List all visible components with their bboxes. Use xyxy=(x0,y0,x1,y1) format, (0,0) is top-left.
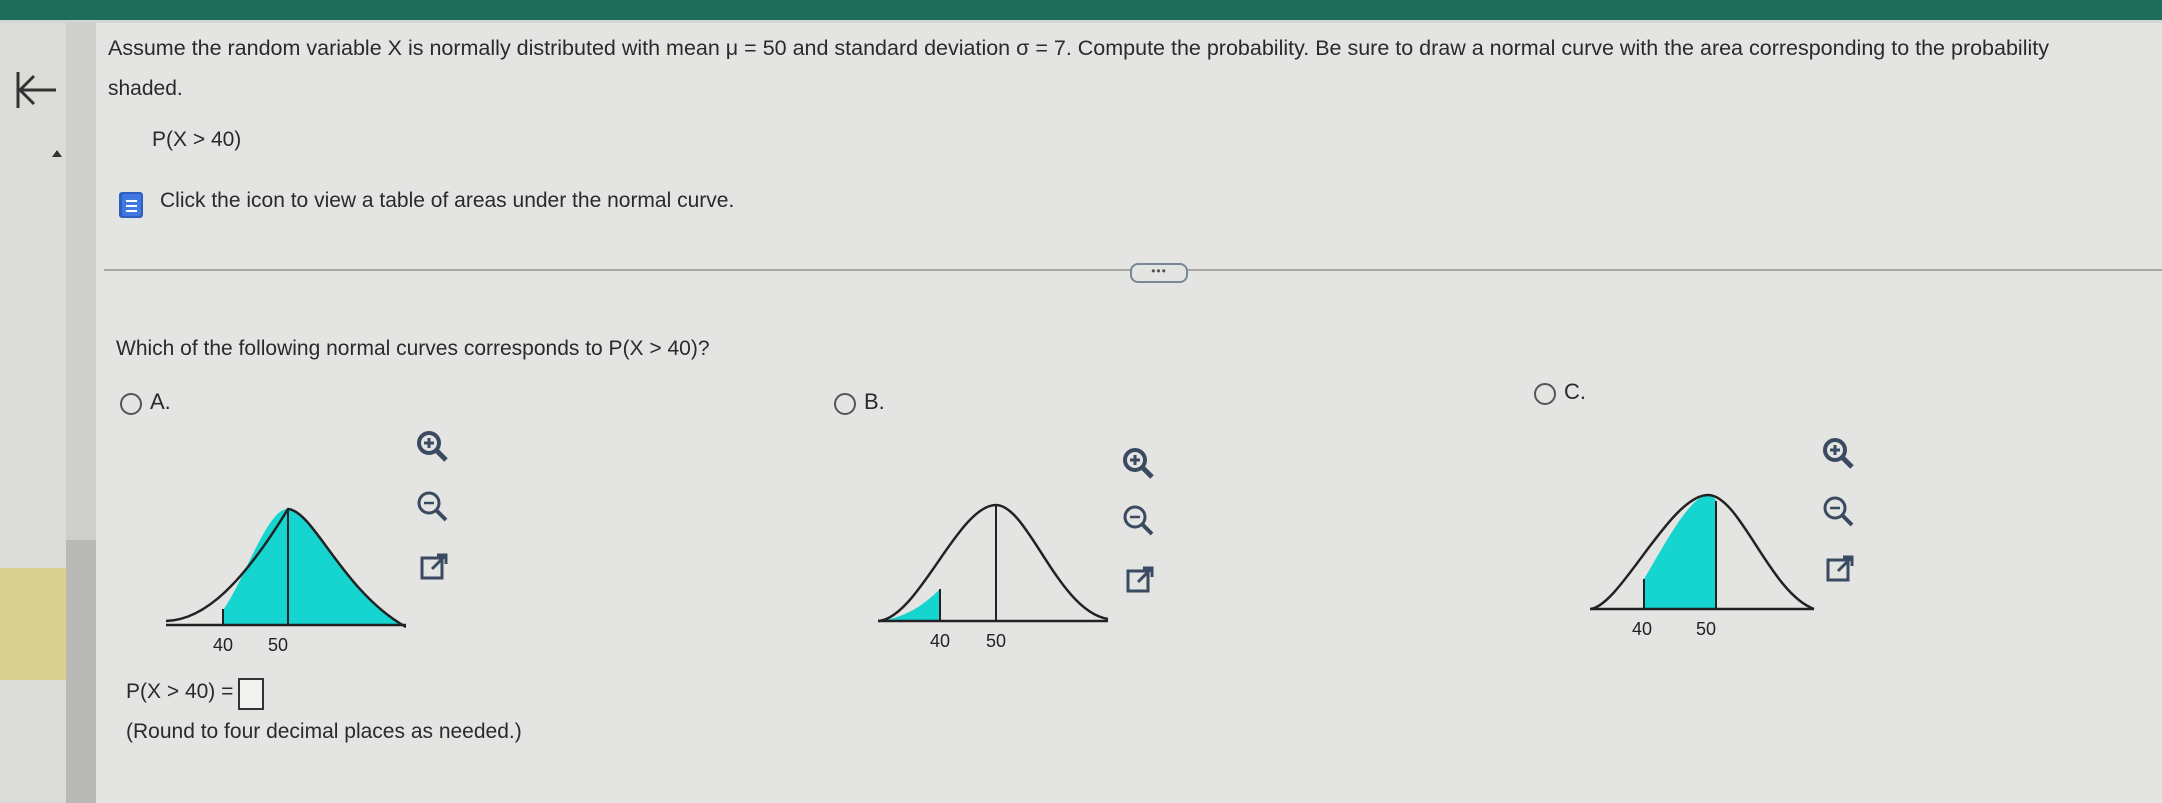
answer-label: P(X > 40) = xyxy=(126,680,234,703)
zoom-out-icon[interactable] xyxy=(1118,500,1158,540)
side-note-tab[interactable] xyxy=(0,568,66,680)
question-text-continued: shaded. xyxy=(108,77,183,100)
tick-label-40-a: 40 xyxy=(213,635,233,655)
zoom-in-icon[interactable] xyxy=(1818,433,1858,473)
tick-label-50-a: 50 xyxy=(268,635,288,655)
question-panel: Assume the random variable X is normally… xyxy=(96,23,2162,803)
table-link-text[interactable]: Click the icon to view a table of areas … xyxy=(160,189,734,213)
sub-question: Which of the following normal curves cor… xyxy=(116,337,710,360)
tick-label-40-c: 40 xyxy=(1632,619,1652,639)
tick-label-50-b: 50 xyxy=(986,631,1006,651)
collapse-caret-icon[interactable] xyxy=(52,150,62,157)
zoom-in-icon[interactable] xyxy=(412,426,452,466)
bell-curve-line-b xyxy=(878,503,1109,623)
option-c-label: C. xyxy=(1564,379,1586,404)
question-text: Assume the random variable X is normally… xyxy=(108,36,2049,60)
normal-curve-b: 40 50 xyxy=(878,503,1109,651)
zoom-out-icon[interactable] xyxy=(412,486,452,526)
tick-label-40-b: 40 xyxy=(930,631,950,651)
open-external-icon[interactable] xyxy=(1820,550,1860,590)
option-b-label: B. xyxy=(864,389,885,414)
option-a-label: A. xyxy=(150,389,171,414)
radio-button-a[interactable] xyxy=(120,393,142,415)
zoom-out-icon[interactable] xyxy=(1818,491,1858,531)
answer-input[interactable] xyxy=(238,678,264,710)
open-external-icon[interactable] xyxy=(1120,561,1160,601)
shaded-area-a xyxy=(223,508,406,627)
scrollbar-thumb[interactable] xyxy=(66,540,96,803)
left-rail xyxy=(0,23,66,803)
radio-button-b[interactable] xyxy=(834,393,856,415)
expand-more-button[interactable]: ••• xyxy=(1130,263,1188,283)
open-external-icon[interactable] xyxy=(414,548,454,588)
shaded-area-c xyxy=(1644,495,1716,609)
probability-expression: P(X > 40) xyxy=(152,128,242,151)
normal-curve-c: 40 50 xyxy=(1590,493,1815,639)
rounding-hint: (Round to four decimal places as needed.… xyxy=(126,720,522,743)
book-icon[interactable] xyxy=(116,190,146,220)
normal-curve-a: 40 50 xyxy=(166,507,406,655)
shaded-area-b xyxy=(878,589,940,621)
top-bar xyxy=(0,0,2162,20)
radio-button-c[interactable] xyxy=(1534,383,1556,405)
back-arrow-icon[interactable] xyxy=(14,68,62,112)
tick-label-50-c: 50 xyxy=(1696,619,1716,639)
zoom-in-icon[interactable] xyxy=(1118,443,1158,483)
